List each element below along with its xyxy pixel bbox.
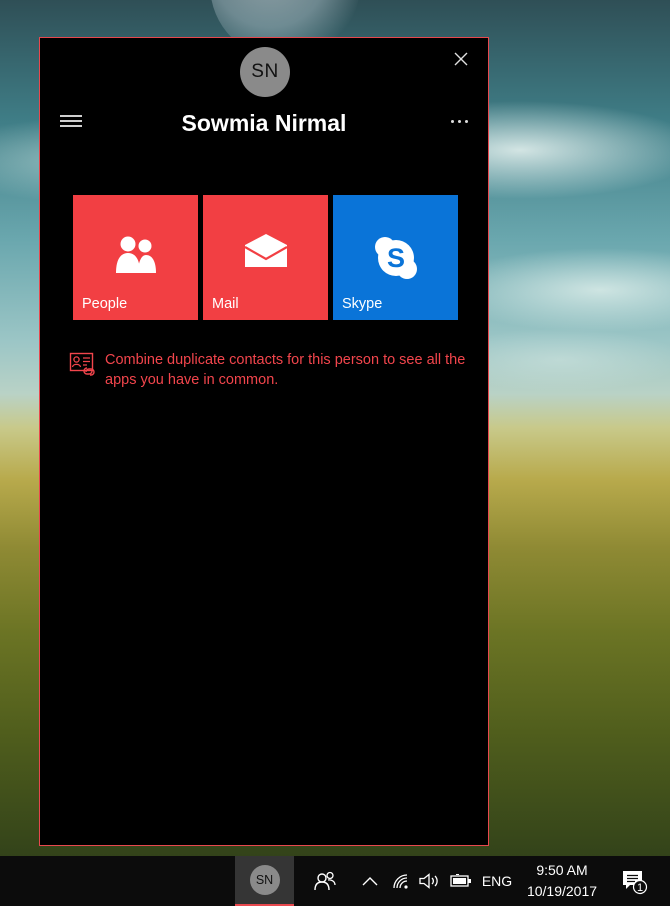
notification-count: 1 — [637, 882, 643, 894]
input-language-button[interactable]: ENG — [480, 856, 514, 906]
clock[interactable]: 9:50 AM 10/19/2017 — [516, 860, 608, 902]
people-contact-panel: SN Sowmia Nirmal People Mail S Skype Com… — [39, 37, 489, 846]
svg-text:S: S — [386, 243, 404, 273]
clock-time: 9:50 AM — [536, 862, 588, 878]
contact-name: Sowmia Nirmal — [181, 110, 347, 136]
skype-icon: S — [374, 237, 417, 279]
taskbar: SN ENG 9:50 AM 10/19/2017 1 — [0, 856, 670, 906]
more-options-icon — [450, 119, 468, 123]
close-icon — [454, 52, 468, 66]
taskbar-people-button[interactable] — [308, 856, 342, 906]
close-button[interactable] — [446, 46, 476, 72]
battery-button[interactable] — [448, 856, 474, 906]
app-tile-label: Skype — [342, 296, 383, 312]
show-hidden-icons-button[interactable] — [358, 856, 382, 906]
app-tile-label: People — [82, 296, 128, 312]
action-center-button[interactable]: 1 — [613, 856, 653, 906]
combine-contacts-notice[interactable]: Combine duplicate contacts for this pers… — [69, 350, 469, 390]
contact-card-link-icon — [69, 352, 95, 376]
volume-icon — [419, 873, 438, 889]
app-tile-skype[interactable]: S Skype — [333, 195, 458, 320]
notice-text: Combine duplicate contacts for this pers… — [105, 352, 466, 388]
chevron-up-icon — [362, 877, 378, 886]
app-tile-people[interactable]: People — [73, 195, 198, 320]
app-tile-label: Mail — [212, 296, 239, 312]
mail-icon — [243, 234, 288, 267]
taskbar-pinned-contact[interactable]: SN — [235, 856, 294, 906]
action-center-icon: 1 — [623, 871, 648, 895]
app-tile-mail[interactable]: Mail — [203, 195, 328, 320]
network-button[interactable] — [390, 856, 412, 906]
wifi-icon — [393, 874, 408, 889]
clock-date: 10/19/2017 — [526, 883, 598, 899]
volume-button[interactable] — [417, 856, 443, 906]
battery-icon — [450, 874, 471, 887]
more-options-button[interactable] — [444, 108, 474, 134]
people-icon — [314, 871, 336, 891]
avatar: SN — [249, 865, 280, 895]
people-icon — [115, 236, 156, 273]
contact-avatar: SN — [240, 47, 290, 97]
